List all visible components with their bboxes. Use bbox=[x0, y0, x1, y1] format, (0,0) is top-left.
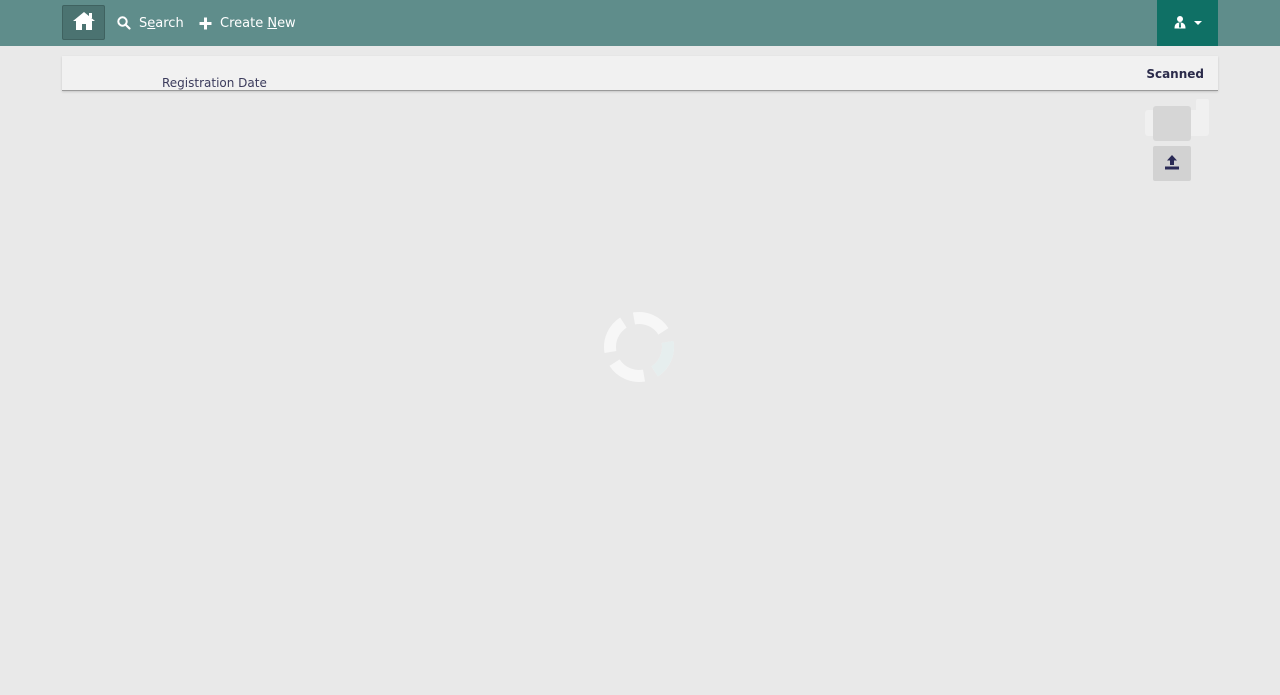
plus-icon bbox=[199, 17, 212, 30]
home-icon bbox=[72, 11, 96, 35]
upload-button[interactable] bbox=[1153, 146, 1191, 181]
search-link[interactable]: Search bbox=[117, 0, 184, 46]
user-icon bbox=[1173, 14, 1187, 33]
registration-date-label: Registration Date bbox=[162, 76, 267, 90]
create-new-label: Create New bbox=[220, 15, 296, 31]
record-header-panel: Registration Date Scanned bbox=[62, 56, 1218, 91]
caret-down-icon bbox=[1194, 21, 1202, 25]
user-menu-button[interactable] bbox=[1157, 0, 1218, 46]
search-icon bbox=[117, 16, 131, 30]
placeholder-button bbox=[1153, 106, 1191, 141]
scanned-label: Scanned bbox=[1146, 67, 1204, 81]
create-new-link[interactable]: Create New bbox=[199, 0, 296, 46]
search-label: Search bbox=[139, 15, 184, 31]
top-navbar: Search Create New bbox=[0, 0, 1280, 46]
home-button[interactable] bbox=[62, 5, 105, 40]
upload-icon bbox=[1164, 154, 1180, 174]
loading-spinner-icon bbox=[603, 311, 675, 383]
